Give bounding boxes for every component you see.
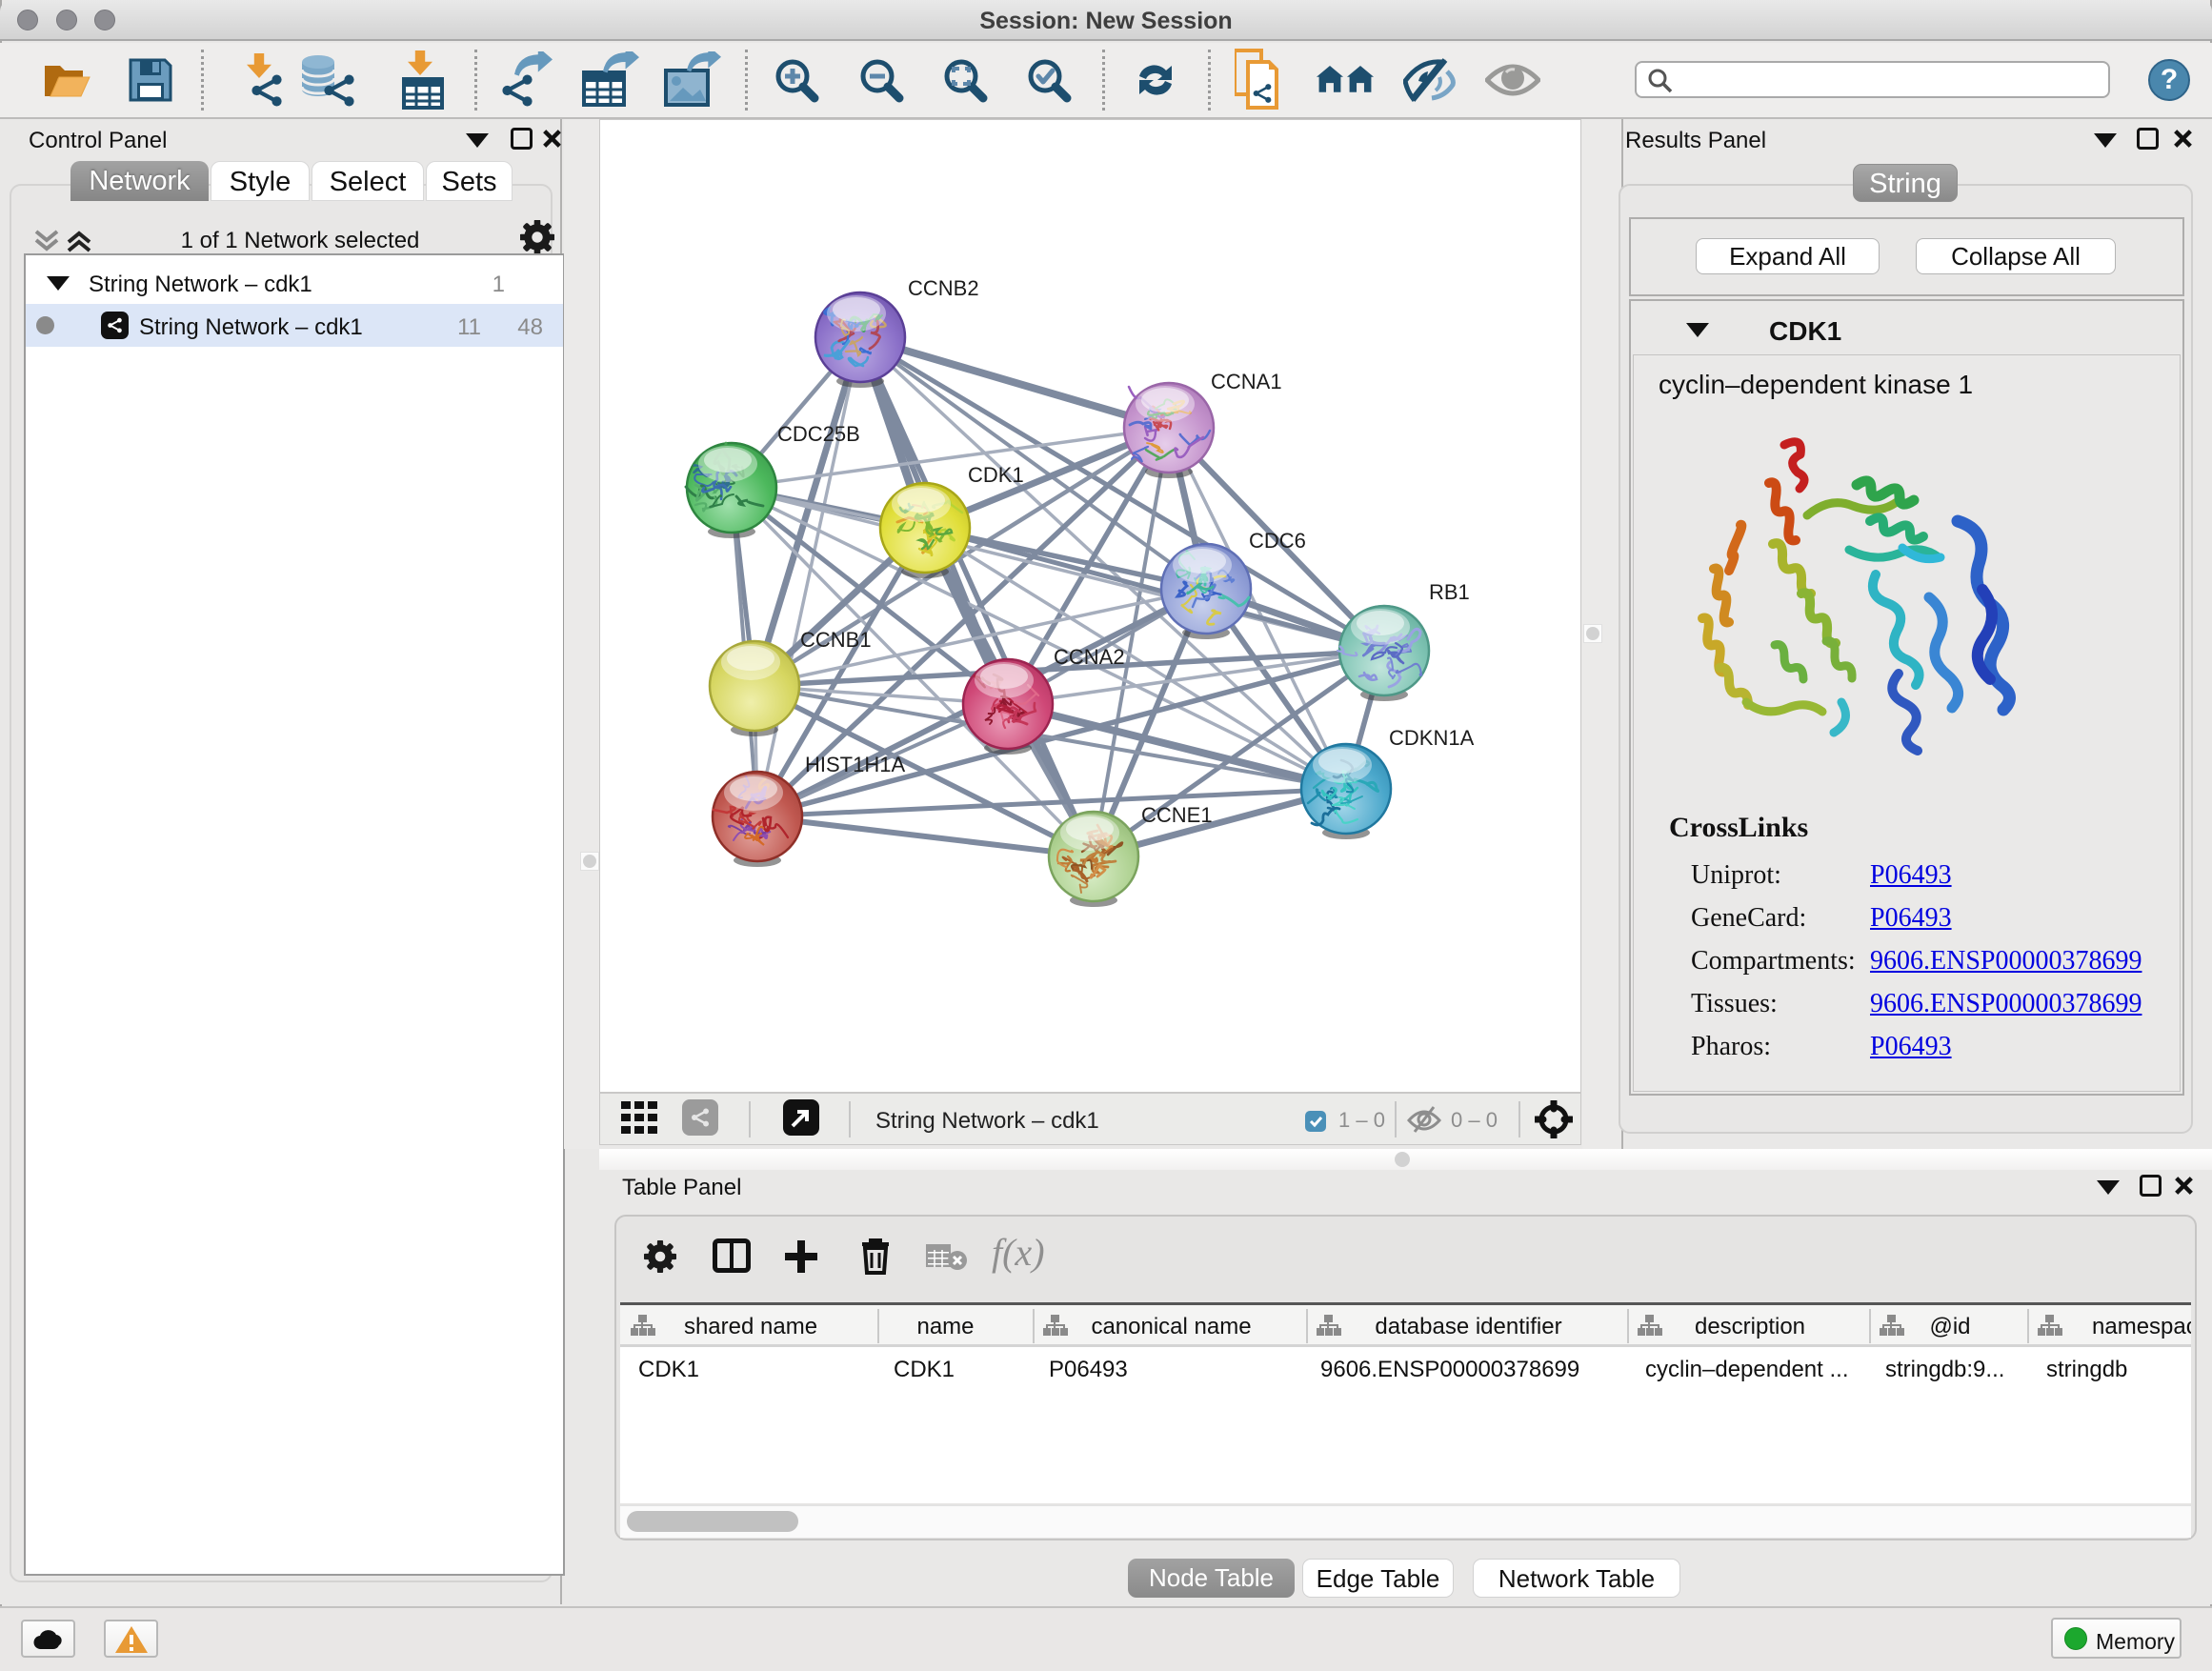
svg-text:HIST1H1A: HIST1H1A <box>805 753 905 776</box>
svg-text:CCNE1: CCNE1 <box>1141 803 1213 827</box>
svg-text:CDC6: CDC6 <box>1249 529 1306 553</box>
svg-text:CCNB1: CCNB1 <box>800 628 872 652</box>
svg-text:CCNA1: CCNA1 <box>1211 370 1282 393</box>
svg-text:CDKN1A: CDKN1A <box>1389 726 1475 750</box>
svg-text:CCNA2: CCNA2 <box>1054 645 1125 669</box>
svg-text:CDC25B: CDC25B <box>777 422 860 446</box>
svg-text:CCNB2: CCNB2 <box>908 276 979 300</box>
svg-text:CDK1: CDK1 <box>968 463 1024 487</box>
svg-text:RB1: RB1 <box>1429 580 1470 604</box>
svg-text:?: ? <box>2161 64 2178 95</box>
